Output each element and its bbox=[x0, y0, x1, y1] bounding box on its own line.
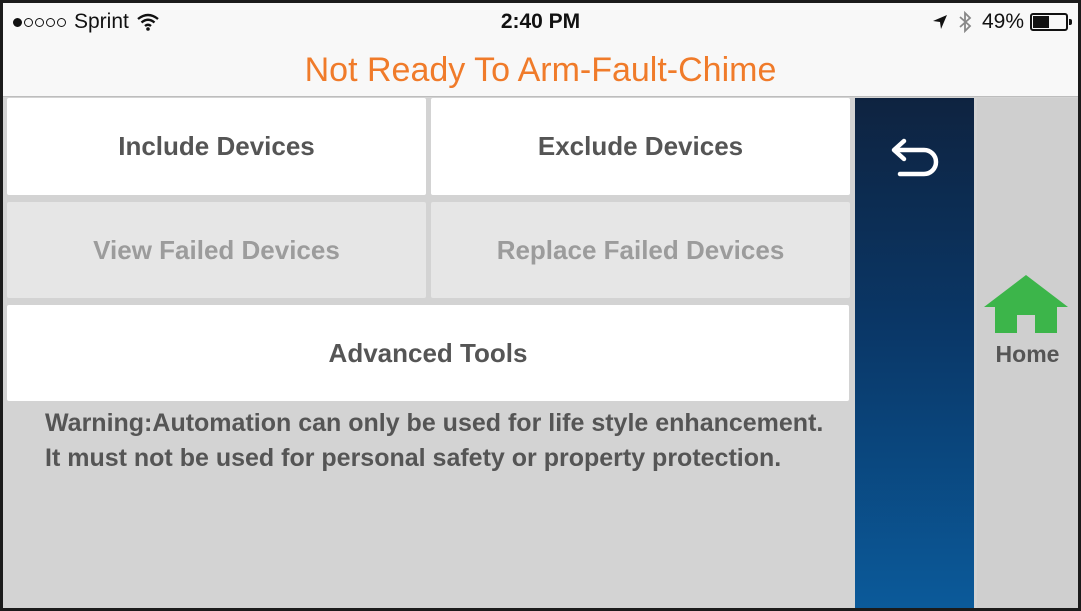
include-devices-button[interactable]: Include Devices bbox=[7, 98, 426, 195]
advanced-tools-button[interactable]: Advanced Tools bbox=[7, 305, 849, 401]
back-button[interactable] bbox=[888, 138, 942, 178]
battery-fill bbox=[1033, 16, 1049, 28]
status-right: 49% bbox=[932, 10, 1072, 34]
view-failed-devices-button: View Failed Devices bbox=[7, 202, 426, 298]
back-arrow-icon bbox=[891, 138, 939, 177]
replace-failed-devices-button: Replace Failed Devices bbox=[431, 202, 850, 298]
home-icon bbox=[984, 275, 1068, 333]
exclude-devices-button[interactable]: Exclude Devices bbox=[431, 98, 850, 195]
warning-text: Warning:Automation can only be used for … bbox=[45, 409, 824, 472]
bluetooth-icon bbox=[959, 11, 972, 33]
home-panel: Home bbox=[977, 98, 1078, 608]
page-title: Not Ready To Arm-Fault-Chime bbox=[304, 51, 777, 89]
home-button[interactable]: Home bbox=[977, 273, 1078, 373]
battery-percent: 49% bbox=[981, 10, 1024, 33]
title-bar: Not Ready To Arm-Fault-Chime bbox=[3, 41, 1078, 97]
battery-icon bbox=[1030, 13, 1072, 31]
app-screen: Sprint 2:40 PM 49% Not Ready To Arm-Faul… bbox=[3, 3, 1078, 608]
home-label: Home bbox=[995, 341, 1060, 367]
location-arrow-icon bbox=[932, 15, 947, 29]
status-time: 2:40 PM bbox=[500, 10, 581, 33]
back-panel bbox=[855, 98, 974, 608]
status-bar: Sprint 2:40 PM 49% bbox=[3, 3, 1078, 41]
